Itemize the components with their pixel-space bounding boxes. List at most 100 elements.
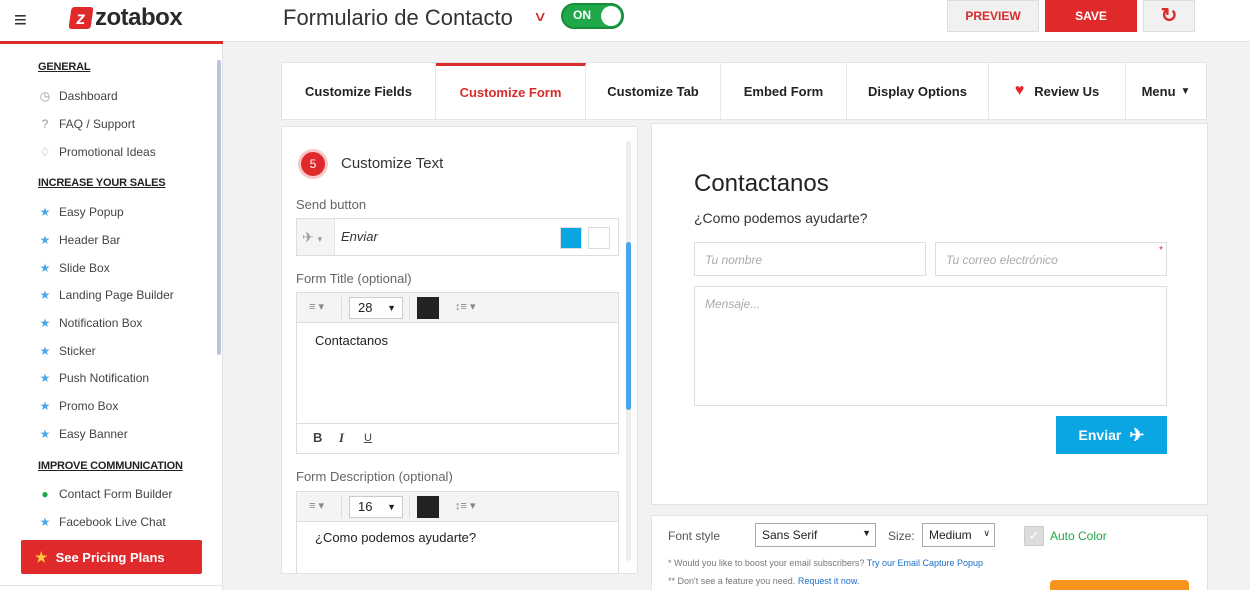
font-style-select[interactable]: Sans Serif ▼	[755, 523, 876, 547]
email-capture-link[interactable]: Try our Email Capture Popup	[867, 558, 983, 568]
italic-button[interactable]: I	[339, 430, 344, 446]
paper-plane-icon[interactable]: ✈ ▾	[297, 219, 335, 255]
star-icon: ★	[35, 548, 48, 565]
toolbar-divider	[409, 297, 410, 319]
line-height-icon[interactable]: ↕≡ ▾	[455, 499, 476, 512]
star-icon: ★	[39, 205, 51, 219]
send-button-text-color-swatch[interactable]	[588, 227, 610, 249]
tab-display-options[interactable]: Display Options	[847, 63, 989, 119]
logo[interactable]: z zotabox	[68, 4, 183, 32]
tab-customize-fields[interactable]: Customize Fields	[282, 63, 436, 119]
toolbar-divider	[341, 496, 342, 518]
required-marker: *	[1159, 245, 1163, 256]
toggle-knob	[601, 6, 621, 26]
sidebar-item-promo-box[interactable]: ★ Promo Box	[38, 398, 119, 414]
logo-mark: z	[68, 7, 94, 29]
sidebar-item-contact-form-builder[interactable]: ● Contact Form Builder	[38, 486, 172, 502]
caret-down-icon: ▼	[387, 502, 396, 512]
see-pricing-plans-button[interactable]: ★ See Pricing Plans	[21, 540, 202, 574]
star-icon: ★	[39, 515, 51, 529]
sidebar-heading-communication: IMPROVE COMMUNICATION	[38, 460, 183, 472]
send-button-text-input[interactable]: Enviar	[341, 229, 378, 244]
sidebar-item-sticker[interactable]: ★ Sticker	[38, 343, 96, 359]
editor-scroll-thumb[interactable]	[626, 242, 631, 410]
tab-customize-form[interactable]: Customize Form	[436, 63, 586, 119]
sidebar-heading-sales: INCREASE YOUR SALES	[38, 177, 166, 189]
save-button[interactable]: SAVE	[1045, 0, 1137, 32]
sidebar-item-slide-box[interactable]: ★ Slide Box	[38, 260, 110, 276]
enviar-button[interactable]: Enviar ✈	[1056, 416, 1167, 454]
sidebar-item-dashboard[interactable]: ◷ Dashboard	[38, 88, 118, 104]
name-input[interactable]: Tu nombre	[694, 242, 926, 276]
send-button-field: ✈ ▾ Enviar	[296, 218, 619, 256]
sidebar-item-easy-banner[interactable]: ★ Easy Banner	[38, 426, 128, 442]
tab-label: Menu	[1141, 83, 1176, 99]
preview-button[interactable]: PREVIEW	[947, 0, 1039, 32]
sidebar-item-facebook-live-chat[interactable]: ★ Facebook Live Chat	[38, 514, 166, 530]
form-description-editor: ≡ ▾ 16 ▼ ↕≡ ▾ ¿Como podemos ayudarte?	[296, 491, 619, 573]
sidebar-item-header-bar[interactable]: ★ Header Bar	[38, 232, 121, 248]
step-title: Customize Text	[341, 155, 444, 172]
chevron-down-icon: ∨	[983, 528, 990, 538]
align-icon[interactable]: ≡ ▾	[309, 499, 324, 512]
sidebar-item-label: Landing Page Builder	[59, 288, 174, 302]
sidebar-item-label: Slide Box	[59, 261, 110, 275]
sidebar-item-label: Notification Box	[59, 316, 143, 330]
tab-embed-form[interactable]: Embed Form	[721, 63, 847, 119]
star-icon: ★	[39, 261, 51, 275]
line-height-icon[interactable]: ↕≡ ▾	[455, 300, 476, 313]
form-title-editor: ≡ ▾ 28 ▼ ↕≡ ▾ Contactanos B I U	[296, 292, 619, 454]
email-input[interactable]: Tu correo electrónico *	[935, 242, 1167, 276]
sidebar-item-landing-page-builder[interactable]: ★ Landing Page Builder	[38, 287, 174, 303]
logo-text: zotabox	[95, 4, 183, 31]
menu-icon[interactable]: ≡	[14, 9, 27, 31]
text-color-swatch[interactable]	[417, 496, 439, 518]
bold-button[interactable]: B	[313, 430, 322, 445]
text-color-swatch[interactable]	[417, 297, 439, 319]
tab-review-us[interactable]: ♥ Review Us	[989, 63, 1126, 119]
star-icon: ★	[39, 371, 51, 385]
form-description-content[interactable]: ¿Como podemos ayudarte?	[297, 522, 618, 555]
font-style-label: Font style	[668, 529, 721, 543]
form-title-content[interactable]: Contactanos	[297, 323, 618, 358]
chevron-down-icon[interactable]: ∨	[533, 8, 547, 25]
align-icon[interactable]: ≡ ▾	[309, 300, 324, 313]
form-description-toolbar: ≡ ▾ 16 ▼ ↕≡ ▾	[297, 492, 618, 522]
orange-action-button[interactable]	[1050, 580, 1189, 590]
bulb-icon: ♢	[39, 145, 51, 159]
sidebar-item-label: Contact Form Builder	[59, 487, 173, 501]
font-size-select[interactable]: 28 ▼	[349, 297, 403, 319]
tab-menu[interactable]: Menu ▼	[1126, 63, 1206, 119]
caret-down-icon: ▼	[1180, 85, 1191, 97]
customize-text-panel: 5 Customize Text Send button ✈ ▾ Enviar …	[281, 126, 638, 574]
brand-area: ≡ z zotabox	[0, 0, 223, 44]
sidebar-item-easy-popup[interactable]: ★ Easy Popup	[38, 204, 124, 220]
sidebar-item-label: Push Notification	[59, 371, 150, 385]
size-select[interactable]: Medium ∨	[922, 523, 995, 547]
refresh-icon[interactable]: ↻	[1143, 0, 1195, 32]
active-toggle[interactable]: ON	[561, 3, 624, 29]
sidebar-item-label: Dashboard	[59, 89, 118, 103]
sidebar-item-push-notification[interactable]: ★ Push Notification	[38, 370, 149, 386]
tab-customize-tab[interactable]: Customize Tab	[586, 63, 721, 119]
request-feature-link[interactable]: Request it now.	[798, 576, 860, 586]
sidebar-item-promotional-ideas[interactable]: ♢ Promotional Ideas	[38, 144, 156, 160]
auto-color-checkbox[interactable]: ✓	[1024, 526, 1044, 546]
enviar-label: Enviar	[1078, 427, 1122, 443]
preview-description: ¿Como podemos ayudarte?	[694, 210, 868, 226]
step-number-badge: 5	[298, 149, 328, 179]
email-placeholder: Tu correo electrónico	[946, 253, 1058, 267]
sidebar-item-notification-box[interactable]: ★ Notification Box	[38, 315, 143, 331]
sidebar-item-label: Easy Banner	[59, 427, 128, 441]
message-textarea[interactable]: Mensaje...	[694, 286, 1167, 406]
font-size-select[interactable]: 16 ▼	[349, 496, 403, 518]
form-title-label: Form Title (optional)	[296, 271, 412, 286]
size-value: Medium	[929, 528, 972, 542]
sidebar-scrollbar[interactable]	[217, 60, 221, 355]
sidebar-item-label: Promotional Ideas	[59, 145, 156, 159]
star-icon: ★	[39, 316, 51, 330]
send-button-bg-color-swatch[interactable]	[560, 227, 582, 249]
underline-button[interactable]: U	[364, 432, 372, 444]
auto-color-label: Auto Color	[1050, 529, 1107, 543]
sidebar-item-faq[interactable]: ? FAQ / Support	[38, 116, 135, 132]
